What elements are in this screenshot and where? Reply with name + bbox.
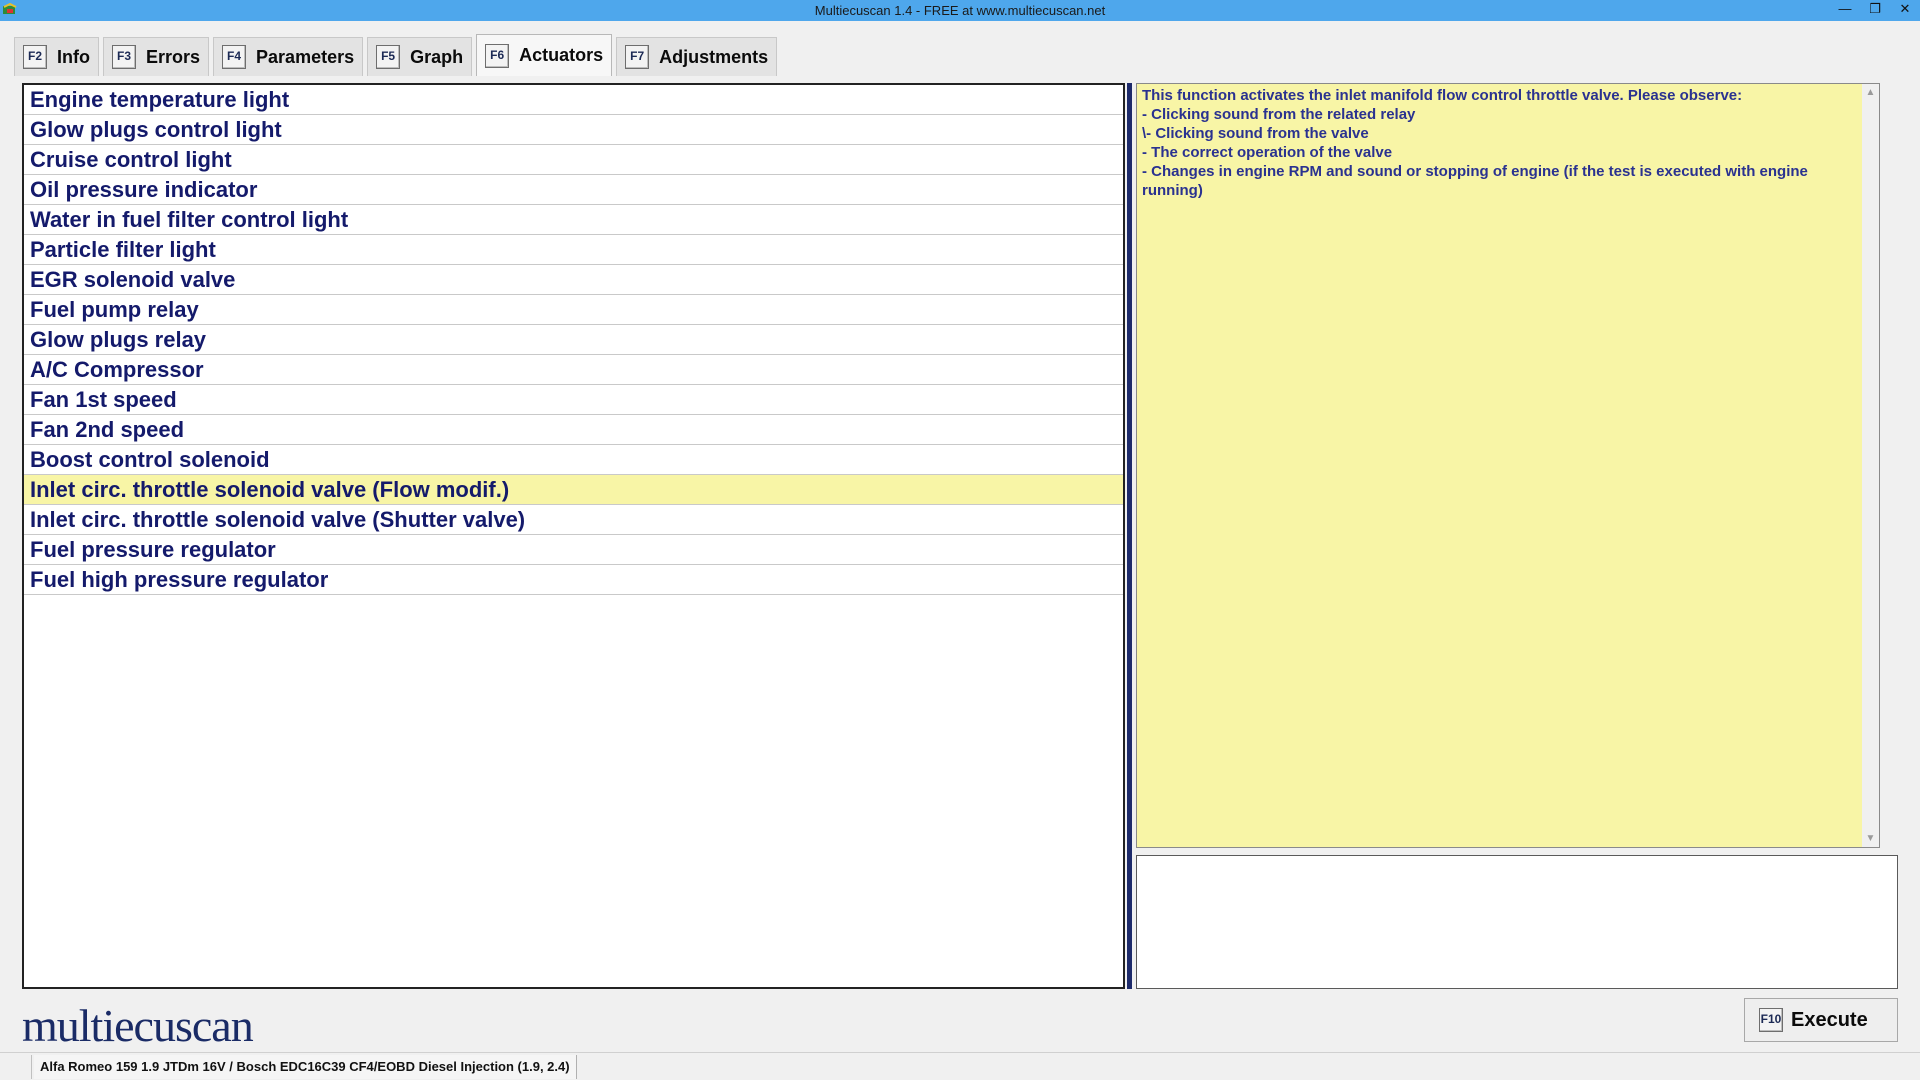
- tab-label: Graph: [410, 46, 464, 67]
- tab-bar: F2 Info F3 Errors F4 Parameters F5 Graph…: [14, 34, 781, 76]
- close-button[interactable]: ✕: [1890, 0, 1920, 21]
- tab-label: Adjustments: [659, 46, 769, 67]
- status-bar: Alfa Romeo 159 1.9 JTDm 16V / Bosch EDC1…: [0, 1052, 1920, 1080]
- f6-key-icon: F6: [485, 43, 510, 68]
- list-item[interactable]: Oil pressure indicator: [24, 175, 1123, 205]
- list-item[interactable]: Fan 1st speed: [24, 385, 1123, 415]
- description-line: - Changes in engine RPM and sound or sto…: [1142, 163, 1808, 199]
- list-item[interactable]: Fuel high pressure regulator: [24, 565, 1123, 595]
- list-item[interactable]: Fan 2nd speed: [24, 415, 1123, 445]
- result-box: [1136, 855, 1898, 989]
- list-item[interactable]: Water in fuel filter control light: [24, 205, 1123, 235]
- f10-key-icon: F10: [1759, 1008, 1783, 1032]
- list-item-selected[interactable]: Inlet circ. throttle solenoid valve (Flo…: [24, 475, 1123, 505]
- description-line: \- Clicking sound from the valve: [1142, 125, 1369, 142]
- description-line: - Clicking sound from the related relay: [1142, 106, 1416, 123]
- multiecuscan-logo: multiecuscan: [22, 1000, 254, 1051]
- list-item[interactable]: Particle filter light: [24, 235, 1123, 265]
- list-item[interactable]: A/C Compressor: [24, 355, 1123, 385]
- list-item[interactable]: Glow plugs relay: [24, 325, 1123, 355]
- f5-key-icon: F5: [376, 45, 401, 69]
- actuator-list[interactable]: Engine temperature light Glow plugs cont…: [22, 83, 1125, 989]
- minimize-button[interactable]: —: [1830, 0, 1860, 21]
- f3-key-icon: F3: [112, 45, 136, 69]
- description-line: - The correct operation of the valve: [1142, 144, 1393, 161]
- list-item[interactable]: EGR solenoid valve: [24, 265, 1123, 295]
- tab-graph[interactable]: F5 Graph: [367, 37, 473, 76]
- description-text: This function activates the inlet manifo…: [1142, 86, 1852, 200]
- description-scrollbar[interactable]: ▲ ▼: [1862, 84, 1879, 847]
- panel-splitter[interactable]: [1127, 83, 1132, 989]
- restore-button[interactable]: ❐: [1860, 0, 1890, 21]
- tab-actuators[interactable]: F6 Actuators: [476, 34, 613, 76]
- tab-label: Parameters: [256, 46, 355, 67]
- window-title: Multiecuscan 1.4 - FREE at www.multiecus…: [814, 3, 1106, 18]
- f7-key-icon: F7: [625, 45, 650, 69]
- scroll-down-icon[interactable]: ▼: [1862, 830, 1879, 847]
- tab-parameters[interactable]: F4 Parameters: [213, 37, 364, 76]
- execute-label: Execute: [1791, 1008, 1868, 1031]
- status-indicator: [0, 1055, 32, 1079]
- tab-label: Actuators: [519, 45, 604, 65]
- f4-key-icon: F4: [222, 45, 247, 69]
- execute-button[interactable]: F10 Execute: [1744, 998, 1898, 1042]
- list-item[interactable]: Fuel pressure regulator: [24, 535, 1123, 565]
- f2-key-icon: F2: [23, 45, 47, 69]
- tab-label: Info: [57, 46, 90, 67]
- vehicle-status: Alfa Romeo 159 1.9 JTDm 16V / Bosch EDC1…: [34, 1055, 577, 1079]
- description-line: This function activates the inlet manifo…: [1142, 87, 1743, 104]
- scroll-up-icon[interactable]: ▲: [1862, 84, 1879, 101]
- tab-errors[interactable]: F3 Errors: [103, 37, 210, 76]
- title-bar: Multiecuscan 1.4 - FREE at www.multiecus…: [0, 0, 1920, 21]
- description-panel: This function activates the inlet manifo…: [1136, 83, 1880, 848]
- tab-label: Errors: [146, 46, 201, 67]
- list-item[interactable]: Boost control solenoid: [24, 445, 1123, 475]
- list-item[interactable]: Cruise control light: [24, 145, 1123, 175]
- tab-adjustments[interactable]: F7 Adjustments: [616, 37, 778, 76]
- list-item[interactable]: Fuel pump relay: [24, 295, 1123, 325]
- tab-info[interactable]: F2 Info: [14, 37, 99, 76]
- list-item[interactable]: Glow plugs control light: [24, 115, 1123, 145]
- list-item[interactable]: Inlet circ. throttle solenoid valve (Shu…: [24, 505, 1123, 535]
- list-item[interactable]: Engine temperature light: [24, 85, 1123, 115]
